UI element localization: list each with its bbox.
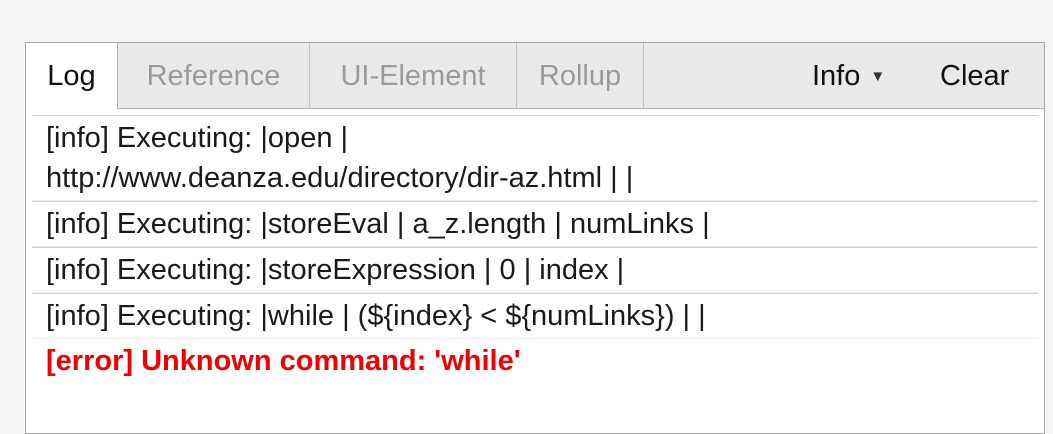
log-entry-line: [info] Executing: |open | (46, 122, 349, 154)
log-level-value: Info (812, 60, 861, 92)
log-entry-error: [error] Unknown command: 'while' (32, 339, 1038, 383)
log-entry: [info] Executing: |storeExpression | 0 |… (32, 247, 1038, 293)
clear-button[interactable]: Clear (940, 43, 1009, 108)
tab-bar: Log Reference UI-Element Rollup Info ▼ Cl… (26, 43, 1044, 109)
log-entry: [info] Executing: |open | http://www.dea… (32, 115, 1038, 201)
log-entry-line: [info] Executing: |while | (${index} < $… (46, 300, 706, 332)
log-entry-line: [info] Executing: |storeEval | a_z.lengt… (46, 208, 710, 240)
log-panel: Log Reference UI-Element Rollup Info ▼ Cl… (25, 42, 1045, 434)
log-entry-line: [error] Unknown command: 'while' (46, 345, 521, 377)
log-messages[interactable]: [info] Executing: |open | http://www.dea… (26, 109, 1044, 429)
caret-down-icon: ▼ (870, 68, 886, 85)
log-entry-line: [info] Executing: |storeExpression | 0 |… (46, 254, 625, 286)
tab-reference[interactable]: Reference (118, 43, 310, 108)
log-entry: [info] Executing: |while | (${index} < $… (32, 293, 1038, 339)
log-entry: [info] Executing: |storeEval | a_z.lengt… (32, 201, 1038, 247)
log-level-select[interactable]: Info ▼ (812, 43, 885, 108)
tab-ui-element[interactable]: UI-Element (310, 43, 517, 108)
tab-log[interactable]: Log (26, 43, 118, 109)
tab-rollup[interactable]: Rollup (517, 43, 644, 108)
log-entry-line: http://www.deanza.edu/directory/dir-az.h… (46, 162, 634, 194)
